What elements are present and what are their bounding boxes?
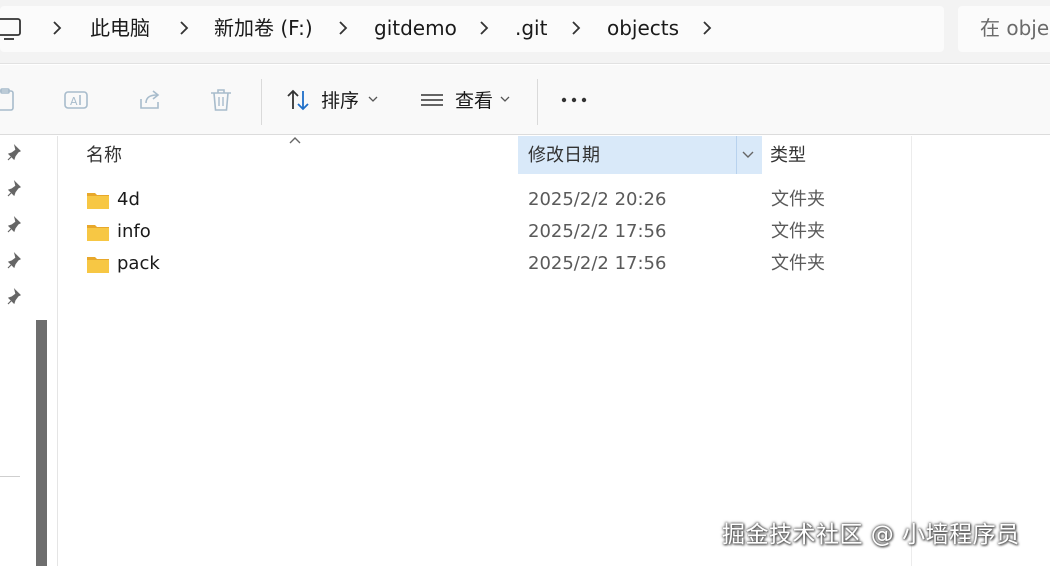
breadcrumb-chevron-icon[interactable] xyxy=(177,18,191,38)
address-bar-row: 此电脑 新加卷 (F:) gitdemo .git objects 在 obje xyxy=(0,0,1050,64)
sort-label: 排序 xyxy=(321,90,360,112)
this-pc-icon[interactable] xyxy=(0,16,26,42)
breadcrumb-chevron-icon[interactable] xyxy=(569,18,583,38)
folder-icon xyxy=(87,225,109,241)
breadcrumb-git[interactable]: .git xyxy=(515,14,547,42)
breadcrumb-chevron-icon[interactable] xyxy=(700,18,714,38)
breadcrumb-this-pc[interactable]: 此电脑 xyxy=(90,14,150,42)
chevron-down-icon[interactable] xyxy=(742,151,754,159)
view-icon xyxy=(421,94,443,106)
file-row-info[interactable]: info 2025/2/2 17:56 文件夹 xyxy=(80,217,900,249)
toolbar-divider xyxy=(537,79,538,125)
rename-icon[interactable]: A xyxy=(63,87,89,113)
sort-up-indicator-icon xyxy=(289,137,301,144)
more-icon[interactable] xyxy=(561,87,587,113)
file-modified: 2025/2/2 17:56 xyxy=(528,253,667,274)
file-modified: 2025/2/2 20:26 xyxy=(528,189,667,210)
column-header-divider xyxy=(736,136,737,174)
toolbar-divider xyxy=(261,79,262,125)
breadcrumb-objects[interactable]: objects xyxy=(607,14,679,42)
file-name: pack xyxy=(117,253,160,274)
pin-icon[interactable] xyxy=(6,288,24,306)
navigation-scrollbar[interactable] xyxy=(36,320,47,566)
search-placeholder: 在 obje xyxy=(980,16,1050,40)
file-type: 文件夹 xyxy=(771,189,825,210)
folder-icon xyxy=(87,257,109,273)
share-icon[interactable] xyxy=(137,87,163,113)
file-type: 文件夹 xyxy=(771,253,825,274)
pin-icon[interactable] xyxy=(6,144,24,162)
chevron-down-icon xyxy=(500,96,510,102)
breadcrumb-drive-f[interactable]: 新加卷 (F:) xyxy=(214,14,313,42)
breadcrumb-chevron-icon[interactable] xyxy=(336,18,350,38)
chevron-down-icon xyxy=(368,96,378,102)
file-row-pack[interactable]: pack 2025/2/2 17:56 文件夹 xyxy=(80,249,900,281)
breadcrumb-chevron-icon[interactable] xyxy=(477,18,491,38)
command-bar: A 排序 查看 xyxy=(0,65,1050,135)
file-name: info xyxy=(117,221,151,242)
breadcrumb-gitdemo[interactable]: gitdemo xyxy=(374,14,457,42)
pin-icon[interactable] xyxy=(6,216,24,234)
watermark-text: 掘金技术社区 @ 小墙程序员 xyxy=(722,522,1020,548)
column-header-modified[interactable]: 修改日期 xyxy=(528,144,600,168)
pin-icon[interactable] xyxy=(6,180,24,198)
file-row-4d[interactable]: 4d 2025/2/2 20:26 文件夹 xyxy=(80,185,900,217)
file-type: 文件夹 xyxy=(771,221,825,242)
breadcrumb-chevron-icon[interactable] xyxy=(50,18,64,38)
svg-text:A: A xyxy=(70,95,78,108)
sort-icon xyxy=(287,89,309,111)
delete-icon[interactable] xyxy=(208,87,234,113)
pin-icon[interactable] xyxy=(6,252,24,270)
view-label: 查看 xyxy=(455,90,494,112)
folder-icon xyxy=(87,193,109,209)
navigation-pane xyxy=(0,136,58,566)
navigation-divider xyxy=(0,476,20,477)
paste-icon[interactable] xyxy=(0,87,20,113)
file-name: 4d xyxy=(117,189,140,210)
column-header-name[interactable]: 名称 xyxy=(86,144,122,168)
file-modified: 2025/2/2 17:56 xyxy=(528,221,667,242)
column-header-type[interactable]: 类型 xyxy=(770,144,806,168)
